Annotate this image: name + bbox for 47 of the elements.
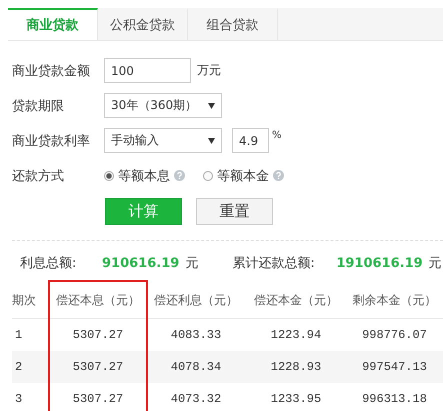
summary-label: 利息总额: — [20, 255, 78, 272]
table-cell-text: 996313.18 — [361, 392, 428, 406]
table-cell-text: 2 — [14, 360, 24, 374]
unit-label: 元 — [185, 255, 198, 272]
radio-label[interactable]: 等额本息 — [118, 166, 170, 184]
table-cell-text: 1233.95 — [270, 392, 322, 406]
table-cell-text: 997547.13 — [361, 360, 428, 374]
reset-button[interactable]: 重置 — [196, 198, 273, 225]
tab[interactable]: 组合贷款 — [188, 8, 278, 40]
field-label: 贷款期限 — [12, 98, 65, 114]
table-cell-text: 1223.94 — [270, 328, 322, 342]
table-cell-text: 5307.27 — [72, 392, 124, 406]
field-label: 商业贷款利率 — [12, 132, 91, 150]
radio-button[interactable] — [203, 170, 213, 180]
field-label: 还款方式 — [12, 168, 65, 184]
column-header: 剩余本金（元） — [352, 292, 438, 308]
table-cell-text: 4073.32 — [170, 392, 222, 406]
table-cell-text: 1228.93 — [270, 360, 322, 374]
term-dropdown[interactable]: 30年（360期） — [104, 93, 222, 118]
radio-button[interactable] — [104, 170, 114, 180]
rate-dropdown[interactable]: 手动输入 — [104, 128, 222, 153]
caret-icon — [208, 102, 215, 108]
column-header: 偿还利息（元） — [153, 292, 239, 308]
caret-icon — [208, 138, 215, 144]
unit-label: 元 — [428, 255, 442, 272]
radio-label[interactable]: 等额本金 — [217, 166, 269, 184]
field-label: 商业贷款金额 — [12, 62, 91, 80]
column-header: 偿还本金（元） — [253, 292, 339, 308]
column-header: 期次 — [12, 292, 37, 308]
column-header: 偿还本息（元） — [55, 292, 141, 308]
unit-label: % — [272, 130, 282, 141]
table-cell-text: 4078.34 — [170, 360, 222, 374]
summary-value: 1910616.19 — [336, 256, 423, 271]
rate-field[interactable]: 4.9 — [232, 128, 269, 153]
table-cell-text: 3 — [14, 392, 24, 406]
summary-value: 910616.19 — [102, 256, 180, 271]
amount-field[interactable]: 100 — [104, 58, 191, 83]
summary-label: 累计还款总额: — [232, 255, 316, 272]
table-cell-text: 5307.27 — [72, 328, 124, 342]
table-cell-text: 998776.07 — [361, 328, 428, 342]
tab[interactable]: 公积金贷款 — [98, 8, 188, 40]
table-cell-text: 4083.33 — [170, 328, 222, 342]
help-icon[interactable] — [273, 170, 284, 181]
table-cell-text: 5307.27 — [72, 360, 124, 374]
unit-label: 万元 — [197, 62, 221, 79]
help-icon[interactable] — [174, 170, 185, 181]
table-cell-text: 1 — [14, 328, 24, 342]
